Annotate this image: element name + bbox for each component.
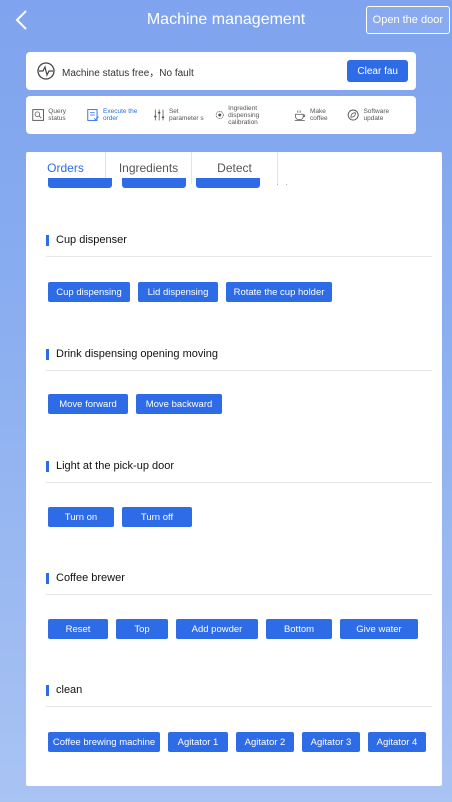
calibration-icon [215, 111, 224, 119]
section-marker [46, 234, 49, 246]
section-title-cup-dispenser: Cup dispenser [46, 234, 127, 246]
execute-icon [86, 109, 99, 121]
divider [46, 706, 432, 707]
rotate-cup-holder-button[interactable]: Rotate the cup holder [226, 282, 332, 302]
main-panel: Orders Ingredients Detect · · Cup dispen… [26, 152, 442, 786]
divider [46, 594, 432, 595]
coffee-cup-icon [294, 110, 305, 121]
menu-label: Query status [48, 108, 66, 122]
scroll-indicator-dots: · · [276, 180, 288, 189]
section-title-text: Cup dispenser [56, 234, 127, 246]
menu-ingredient-calibration[interactable]: Ingredient dispensing calibration [215, 105, 284, 126]
section-title-pickup-light: Light at the pick-up door [46, 460, 174, 472]
section-title-drink-dispensing: Drink dispensing opening moving [46, 348, 218, 360]
add-powder-button[interactable]: Add powder [176, 619, 258, 639]
machine-status-icon [37, 62, 55, 80]
divider [46, 482, 432, 483]
section-title-text: Coffee brewer [56, 572, 125, 584]
section-marker [46, 348, 49, 360]
menu-set-parameters[interactable]: Set parameter s [153, 107, 205, 123]
section-title-text: clean [56, 684, 83, 696]
lid-dispensing-button[interactable]: Lid dispensing [138, 282, 218, 302]
bottom-button[interactable]: Bottom [266, 619, 332, 639]
function-menu: Query status Execute the order Set param… [26, 96, 416, 134]
partial-button[interactable] [122, 178, 186, 188]
divider [46, 256, 432, 257]
scrolled-button-row [48, 178, 260, 188]
clear-fault-button[interactable]: Clear fau [347, 60, 408, 82]
section-marker [46, 460, 49, 472]
top-button[interactable]: Top [116, 619, 168, 639]
turn-on-button[interactable]: Turn on [48, 507, 114, 527]
drink-dispensing-buttons: Move forward Move backward [48, 394, 230, 414]
menu-execute-order[interactable]: Execute the order [86, 107, 143, 123]
menu-label: Execute the order [103, 108, 138, 122]
pickup-light-buttons: Turn on Turn off [48, 507, 200, 527]
section-title-text: Drink dispensing opening moving [56, 348, 219, 360]
clean-agitator-2-button[interactable]: Agitator 2 [236, 732, 294, 752]
menu-make-coffee[interactable]: Make coffee [294, 107, 337, 123]
top-bar: Machine management Open the door [0, 0, 452, 40]
status-card: Machine status free，No fault Clear fau [26, 52, 416, 90]
partial-button[interactable] [196, 178, 260, 188]
cup-dispensing-button[interactable]: Cup dispensing [48, 282, 130, 302]
clean-agitator-4-button[interactable]: Agitator 4 [368, 732, 426, 752]
reset-button[interactable]: Reset [48, 619, 108, 639]
coffee-brewer-buttons: Reset Top Add powder Bottom Give water [48, 619, 426, 639]
menu-label: Set parameter s [168, 108, 204, 122]
back-arrow-icon[interactable] [14, 9, 32, 31]
divider [46, 370, 432, 371]
section-title-clean: clean [46, 684, 82, 696]
menu-query-status[interactable]: Query status [32, 107, 77, 123]
clean-agitator-3-button[interactable]: Agitator 3 [302, 732, 360, 752]
clean-buttons: Coffee brewing machine Agitator 1 Agitat… [48, 732, 434, 752]
clean-agitator-1-button[interactable]: Agitator 1 [168, 732, 228, 752]
page-title: Machine management [146, 11, 306, 28]
move-forward-button[interactable]: Move forward [48, 394, 128, 414]
section-marker [46, 684, 49, 696]
update-icon [347, 109, 359, 121]
clean-brewing-machine-button[interactable]: Coffee brewing machine [48, 732, 160, 752]
partial-button[interactable] [48, 178, 112, 188]
query-icon [32, 109, 44, 121]
section-marker [46, 572, 49, 584]
turn-off-button[interactable]: Turn off [122, 507, 192, 527]
menu-label: Make coffee [310, 108, 328, 122]
menu-label: Ingredient dispensing calibration [228, 104, 260, 126]
section-title-text: Light at the pick-up door [56, 460, 175, 472]
give-water-button[interactable]: Give water [340, 619, 418, 639]
move-backward-button[interactable]: Move backward [136, 394, 222, 414]
section-title-coffee-brewer: Coffee brewer [46, 572, 125, 584]
sliders-icon [153, 109, 164, 121]
open-door-button[interactable]: Open the door [365, 6, 450, 34]
cup-dispenser-buttons: Cup dispensing Lid dispensing Rotate the… [48, 282, 340, 302]
menu-software-update[interactable]: Software update [347, 107, 400, 123]
machine-status-text: Machine status free，No fault [62, 67, 194, 79]
menu-label: Software update [363, 108, 390, 122]
